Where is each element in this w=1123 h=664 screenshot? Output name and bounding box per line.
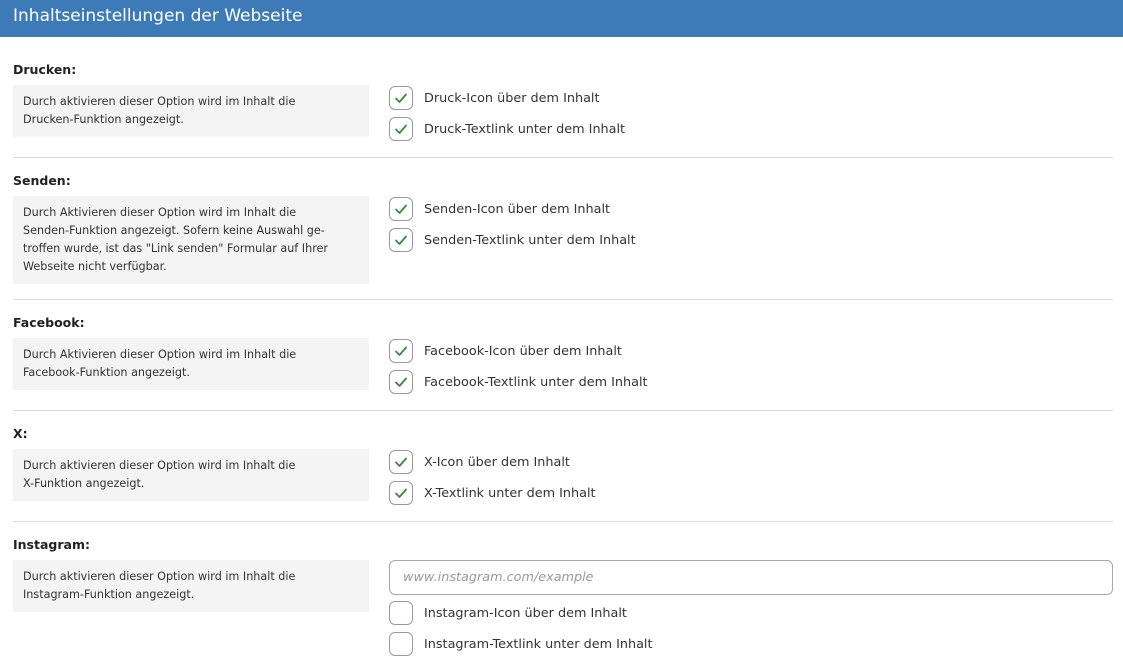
section-title: Facebook: bbox=[13, 315, 85, 330]
instagram-textlink-checkbox[interactable] bbox=[389, 632, 413, 656]
option-instagram-textlink[interactable]: Instagram-Textlink unter dem Inhalt bbox=[389, 631, 653, 657]
section-description: Durch aktivieren dieser Option wird im I… bbox=[13, 560, 369, 612]
senden-icon-checkbox[interactable] bbox=[389, 197, 413, 221]
page-title: Inhaltseinstellungen der Webseite bbox=[13, 6, 303, 26]
option-label: Instagram-Icon über dem Inhalt bbox=[424, 605, 627, 621]
option-label: Facebook-Icon über dem Inhalt bbox=[424, 343, 622, 359]
option-x-icon[interactable]: X-Icon über dem Inhalt bbox=[389, 449, 570, 475]
section-description: Durch Aktivieren dieser Option wird im I… bbox=[13, 196, 369, 284]
check-icon bbox=[395, 93, 407, 103]
option-label: X-Textlink unter dem Inhalt bbox=[424, 485, 596, 501]
option-label: Senden-Textlink unter dem Inhalt bbox=[424, 232, 636, 248]
option-senden-textlink[interactable]: Senden-Textlink unter dem Inhalt bbox=[389, 227, 636, 253]
section-description: Durch aktivieren dieser Option wird im I… bbox=[13, 449, 369, 501]
option-facebook-icon[interactable]: Facebook-Icon über dem Inhalt bbox=[389, 338, 622, 364]
option-facebook-textlink[interactable]: Facebook-Textlink unter dem Inhalt bbox=[389, 369, 648, 395]
option-druck-icon[interactable]: Druck-Icon über dem Inhalt bbox=[389, 85, 599, 111]
section-divider bbox=[13, 521, 1113, 522]
option-label: X-Icon über dem Inhalt bbox=[424, 454, 570, 470]
section-title: Senden: bbox=[13, 173, 71, 188]
section-description: Durch aktivieren dieser Option wird im I… bbox=[13, 85, 369, 137]
page-header: Inhaltseinstellungen der Webseite bbox=[0, 0, 1123, 37]
option-druck-textlink[interactable]: Druck-Textlink unter dem Inhalt bbox=[389, 116, 625, 142]
druck-icon-checkbox[interactable] bbox=[389, 86, 413, 110]
facebook-icon-checkbox[interactable] bbox=[389, 339, 413, 363]
section-divider bbox=[13, 157, 1113, 158]
check-icon bbox=[395, 346, 407, 356]
check-icon bbox=[395, 204, 407, 214]
check-icon bbox=[395, 488, 407, 498]
druck-textlink-checkbox[interactable] bbox=[389, 117, 413, 141]
x-icon-checkbox[interactable] bbox=[389, 450, 413, 474]
section-divider bbox=[13, 410, 1113, 411]
check-icon bbox=[395, 235, 407, 245]
x-textlink-checkbox[interactable] bbox=[389, 481, 413, 505]
option-label: Druck-Textlink unter dem Inhalt bbox=[424, 121, 626, 137]
senden-textlink-checkbox[interactable] bbox=[389, 228, 413, 252]
section-title: Instagram: bbox=[13, 537, 90, 552]
facebook-textlink-checkbox[interactable] bbox=[389, 370, 413, 394]
option-label: Senden-Icon über dem Inhalt bbox=[424, 201, 611, 217]
option-label: Instagram-Textlink unter dem Inhalt bbox=[424, 636, 653, 652]
option-senden-icon[interactable]: Senden-Icon über dem Inhalt bbox=[389, 196, 610, 222]
check-icon bbox=[395, 124, 407, 134]
check-icon bbox=[395, 377, 407, 387]
section-description: Durch Aktivieren dieser Option wird im I… bbox=[13, 338, 369, 390]
section-divider bbox=[13, 299, 1113, 300]
check-icon bbox=[395, 457, 407, 467]
instagram-icon-checkbox[interactable] bbox=[389, 601, 413, 625]
section-title: X: bbox=[13, 426, 28, 441]
option-label: Druck-Icon über dem Inhalt bbox=[424, 90, 600, 106]
option-x-textlink[interactable]: X-Textlink unter dem Inhalt bbox=[389, 480, 596, 506]
instagram-url-input[interactable] bbox=[389, 560, 1113, 595]
section-title: Drucken: bbox=[13, 62, 77, 77]
option-label: Facebook-Textlink unter dem Inhalt bbox=[424, 374, 648, 390]
option-instagram-icon[interactable]: Instagram-Icon über dem Inhalt bbox=[389, 600, 627, 626]
